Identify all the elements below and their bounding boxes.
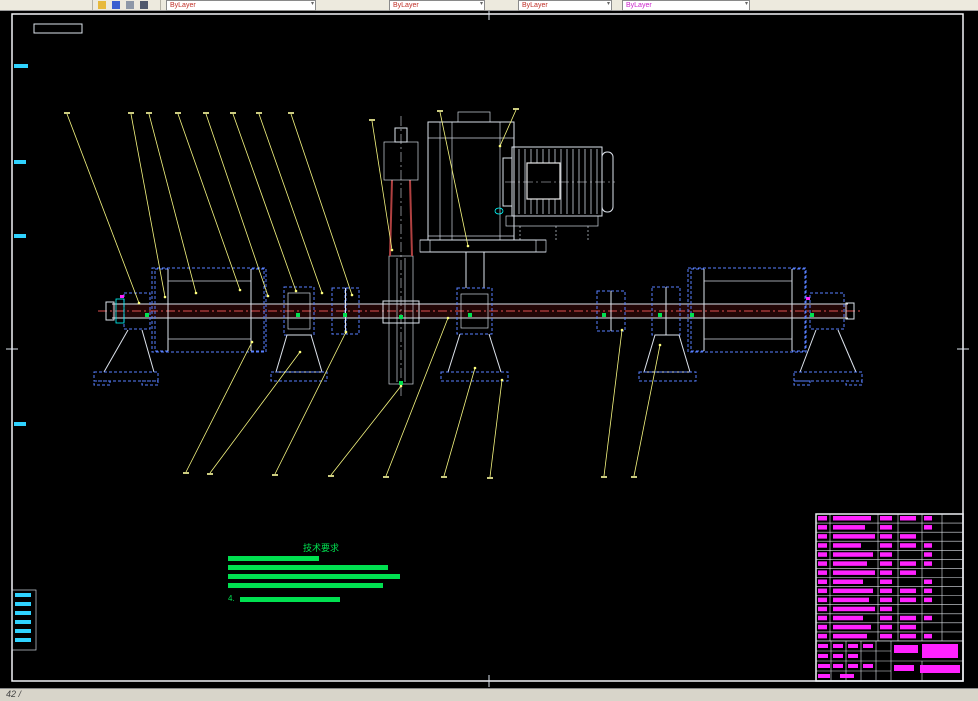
main-shaft[interactable] — [98, 301, 860, 321]
chevron-down-icon: ▾ — [744, 1, 748, 7]
magenta-mark — [806, 297, 810, 300]
motor-junction-box — [526, 162, 561, 200]
toolbar-separator — [92, 0, 93, 10]
tech-notes-item-number: 4. — [228, 594, 235, 603]
linetype-combo[interactable]: ByLayer ▾ — [389, 0, 485, 11]
toolbar-icon-3[interactable] — [126, 1, 134, 9]
chevron-down-icon: ▾ — [606, 1, 610, 7]
status-bar: 42 / — [0, 688, 978, 701]
lineweight-combo-value: ByLayer — [522, 2, 548, 9]
toolbar-icon-4[interactable] — [140, 1, 148, 9]
chevron-down-icon: ▾ — [479, 1, 483, 7]
tech-notes-title: 技术要求 — [303, 542, 339, 553]
toolbar-separator — [160, 0, 161, 10]
status-coordinates: 42 / — [6, 689, 22, 699]
linetype-combo-value: ByLayer — [393, 2, 419, 9]
cad-window: ByLayer ▾ ByLayer ▾ ByLayer ▾ ByLayer ▾ — [0, 0, 978, 701]
color-combo[interactable]: ByLayer ▾ — [166, 0, 316, 11]
toolbar-icon-2[interactable] — [112, 1, 120, 9]
drawing-canvas[interactable]: 技术要求 4. — [0, 0, 978, 701]
lineweight-combo[interactable]: ByLayer ▾ — [518, 0, 612, 11]
magenta-mark — [120, 295, 124, 298]
plotstyle-combo-value: ByLayer — [626, 2, 652, 9]
toolbar-icon-1[interactable] — [98, 1, 106, 9]
plotstyle-combo[interactable]: ByLayer ▾ — [622, 0, 750, 11]
chevron-down-icon: ▾ — [310, 1, 314, 7]
toolbar: ByLayer ▾ ByLayer ▾ ByLayer ▾ ByLayer ▾ — [0, 0, 978, 11]
color-combo-value: ByLayer — [170, 2, 196, 9]
